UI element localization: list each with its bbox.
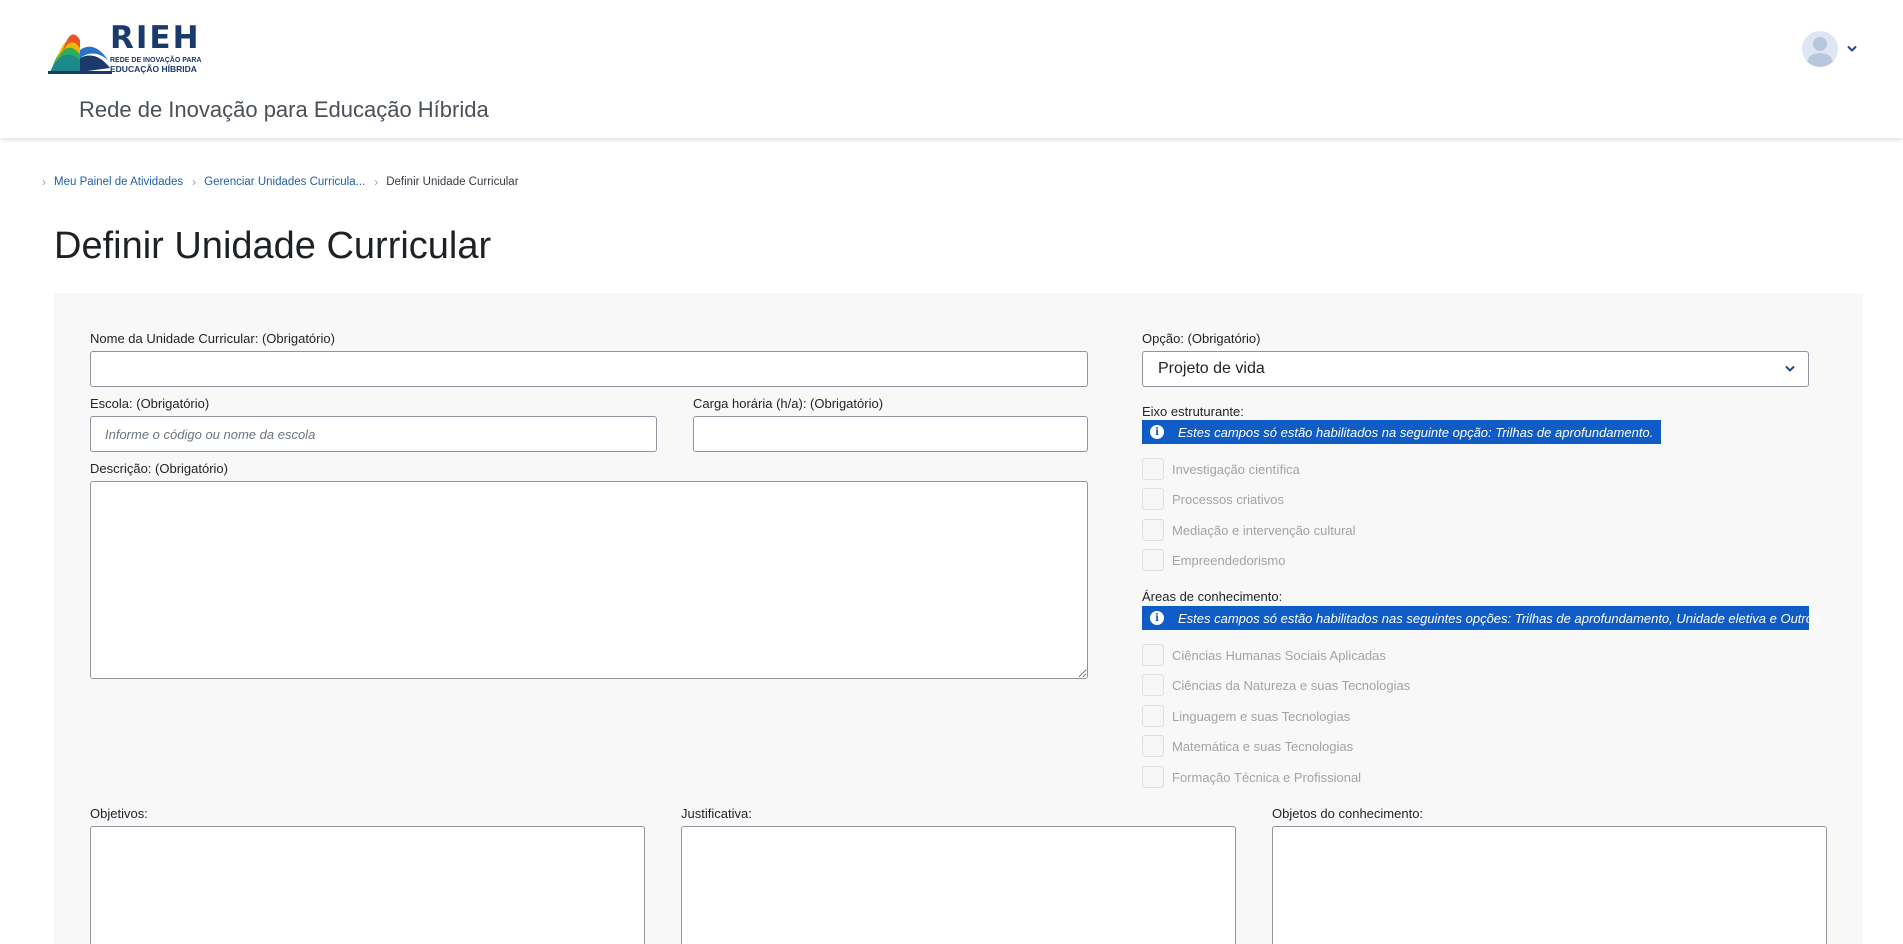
area-option-formacao[interactable]: Formação Técnica e Profissional: [1142, 766, 1361, 788]
checkbox[interactable]: [1142, 705, 1164, 727]
checkbox-label: Processos criativos: [1172, 491, 1284, 507]
checkbox[interactable]: [1142, 735, 1164, 757]
breadcrumb-item-painel[interactable]: Meu Painel de Atividades: [54, 176, 183, 188]
eixo-option-mediacao[interactable]: Mediação e intervenção cultural: [1142, 519, 1356, 541]
breadcrumb-item-current: Definir Unidade Curricular: [386, 176, 519, 188]
checkbox[interactable]: [1142, 644, 1164, 666]
area-option-natureza[interactable]: Ciências da Natureza e suas Tecnologias: [1142, 674, 1410, 696]
breadcrumb-item-gerenciar[interactable]: Gerenciar Unidades Curricula...: [204, 176, 365, 188]
site-header: RIEH REDE DE INOVAÇÃO PARA EDUCAÇÃO HÍBR…: [0, 0, 1903, 138]
eixo-label: Eixo estruturante:: [1142, 404, 1244, 419]
objetivos-label: Objetivos:: [90, 806, 148, 821]
escola-input[interactable]: [90, 416, 657, 452]
objetivos-textarea[interactable]: [90, 826, 645, 944]
areas-label: Áreas de conhecimento:: [1142, 589, 1283, 604]
info-icon: i: [1150, 425, 1164, 439]
rieh-logo[interactable]: RIEH REDE DE INOVAÇÃO PARA EDUCAÇÃO HÍBR…: [48, 20, 208, 76]
areas-info-text: Estes campos só estão habilitados nas se…: [1178, 610, 1824, 626]
checkbox-label: Formação Técnica e Profissional: [1172, 769, 1362, 785]
objetos-conhecimento-label: Objetos do conhecimento:: [1272, 806, 1424, 821]
chevron-down-icon: [1847, 46, 1857, 52]
breadcrumb: › Meu Painel de Atividades › Gerenciar U…: [40, 172, 519, 192]
checkbox-label: Linguagem e suas Tecnologias: [1172, 708, 1351, 724]
objetos-conhecimento-textarea[interactable]: [1272, 826, 1827, 944]
eixo-info-banner: i Estes campos só estão habilitados na s…: [1142, 420, 1662, 444]
opcao-selected-value: Projeto de vida: [1158, 360, 1265, 377]
descricao-textarea[interactable]: [90, 481, 1088, 679]
checkbox-label: Ciências da Natureza e suas Tecnologias: [1172, 677, 1411, 693]
chevron-right-icon: ›: [42, 175, 46, 189]
user-menu-toggle[interactable]: [1802, 31, 1862, 67]
chevron-down-icon: [1785, 366, 1795, 372]
justificativa-textarea[interactable]: [681, 826, 1236, 944]
eixo-option-empreendedorismo[interactable]: Empreendedorismo: [1142, 549, 1285, 571]
checkbox[interactable]: [1142, 674, 1164, 696]
checkbox[interactable]: [1142, 488, 1164, 510]
nome-label: Nome da Unidade Curricular: (Obrigatório…: [90, 331, 335, 346]
chevron-right-icon: ›: [192, 175, 197, 189]
open-book-logo-icon: [48, 34, 112, 74]
logo-tagline-line2: EDUCAÇÃO HÍBRIDA: [110, 64, 197, 74]
nome-input[interactable]: [90, 351, 1088, 387]
checkbox-label: Mediação e intervenção cultural: [1172, 522, 1356, 538]
checkbox[interactable]: [1142, 458, 1164, 480]
area-option-linguagem[interactable]: Linguagem e suas Tecnologias: [1142, 705, 1350, 727]
site-name: Rede de Inovação para Educação Híbrida: [79, 97, 489, 122]
logo-wordmark: RIEH: [110, 20, 201, 56]
carga-horaria-label: Carga horária (h/a): (Obrigatório): [693, 396, 884, 411]
eixo-info-text: Estes campos só estão habilitados na seg…: [1178, 424, 1654, 440]
user-avatar-icon: [1802, 31, 1838, 67]
page-title: Definir Unidade Curricular: [54, 225, 492, 267]
escola-label: Escola: (Obrigatório): [90, 396, 210, 411]
chevron-right-icon: ›: [374, 175, 379, 189]
carga-horaria-input[interactable]: [693, 416, 1088, 452]
checkbox-label: Empreendedorismo: [1172, 552, 1286, 568]
info-icon: i: [1150, 611, 1164, 625]
checkbox[interactable]: [1142, 549, 1164, 571]
areas-info-banner: i Estes campos só estão habilitados nas …: [1142, 606, 1823, 630]
checkbox[interactable]: [1142, 766, 1164, 788]
checkbox-label: Ciências Humanas Sociais Aplicadas: [1172, 647, 1386, 663]
checkbox[interactable]: [1142, 519, 1164, 541]
area-option-humanas[interactable]: Ciências Humanas Sociais Aplicadas: [1142, 644, 1386, 666]
checkbox-label: Investigação científica: [1172, 461, 1300, 477]
eixo-option-processos[interactable]: Processos criativos: [1142, 488, 1284, 510]
opcao-label: Opção: (Obrigatório): [1142, 331, 1261, 346]
eixo-option-investigacao[interactable]: Investigação científica: [1142, 458, 1300, 480]
descricao-label: Descrição: (Obrigatório): [90, 461, 228, 476]
justificativa-label: Justificativa:: [681, 806, 752, 821]
checkbox-label: Matemática e suas Tecnologias: [1172, 738, 1354, 754]
area-option-matematica[interactable]: Matemática e suas Tecnologias: [1142, 735, 1353, 757]
opcao-select[interactable]: Projeto de vida: [1142, 351, 1809, 387]
